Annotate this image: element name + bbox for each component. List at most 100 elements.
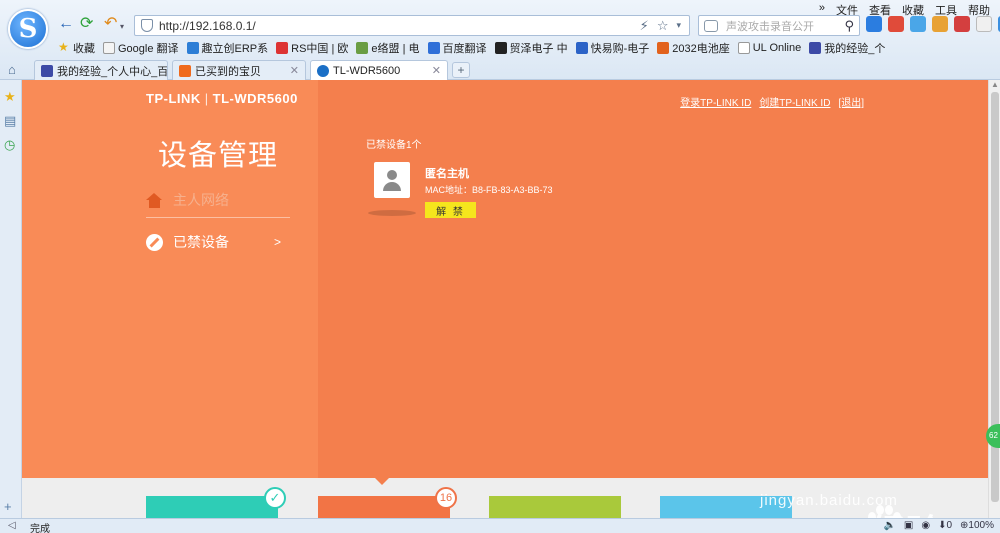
site-icon bbox=[494, 42, 507, 54]
screen-icon[interactable]: ▣ bbox=[904, 520, 913, 531]
new-tab-button[interactable]: + bbox=[452, 62, 470, 78]
scroll-up-icon[interactable]: ▲ bbox=[991, 80, 999, 89]
search-input[interactable]: 声波攻击录音公开 bbox=[726, 18, 844, 34]
chevron-down-icon[interactable]: ▾ bbox=[120, 19, 124, 35]
logout-link[interactable]: [退出] bbox=[838, 94, 864, 109]
close-icon[interactable]: ✕ bbox=[432, 64, 441, 77]
search-engine-icon[interactable] bbox=[704, 19, 718, 32]
bookmark-item[interactable]: 我的经验_个 bbox=[809, 40, 885, 56]
home-icon bbox=[146, 193, 163, 208]
site-icon bbox=[657, 42, 670, 54]
zoom-level[interactable]: ⊕100% bbox=[960, 520, 994, 531]
tp-link-icon bbox=[317, 64, 329, 77]
bookmark-item[interactable]: 2032电池座 bbox=[657, 40, 730, 56]
translate-icon[interactable] bbox=[866, 16, 882, 32]
tab-purchased[interactable]: 已买到的宝贝 ✕ bbox=[172, 60, 306, 80]
camera-icon[interactable]: ◉ bbox=[921, 520, 930, 531]
pointer-indicator bbox=[375, 478, 389, 485]
site-icon bbox=[356, 42, 369, 54]
reading-icon[interactable]: ▤ bbox=[4, 114, 16, 127]
nav-blocked-devices[interactable]: 已禁设备 bbox=[146, 232, 229, 252]
tp-link-logo: TP-LINK bbox=[146, 91, 201, 106]
router-page: TP-LINK | TL-WDR5600 设备管理 主人网络 已禁设备 > 登录TP… bbox=[22, 80, 988, 518]
undo-icon[interactable]: ↶ bbox=[104, 16, 117, 32]
home-icon[interactable]: ⌂ bbox=[8, 62, 16, 77]
avatar-shadow bbox=[368, 210, 416, 216]
favorites-star-icon[interactable]: ★ bbox=[4, 90, 16, 103]
tab-router[interactable]: TL-WDR5600 ✕ bbox=[310, 60, 448, 80]
refresh-icon[interactable]: ⟳ bbox=[80, 16, 93, 32]
bookmark-item[interactable]: Google 翻译 bbox=[103, 40, 179, 56]
bookmark-item[interactable]: 贸泽电子 中 bbox=[494, 40, 568, 56]
status-card-network[interactable] bbox=[146, 496, 278, 518]
browser-logo-icon: S bbox=[8, 9, 48, 49]
bookmark-item[interactable]: e络盟 | 电 bbox=[356, 40, 420, 56]
url-text[interactable]: http://192.168.0.1/ bbox=[159, 19, 640, 33]
bookmark-item[interactable]: RS中国 | 欧 bbox=[276, 40, 348, 56]
app-icon[interactable] bbox=[954, 16, 970, 32]
create-id-link[interactable]: 创建TP-LINK ID bbox=[759, 94, 830, 109]
address-bar[interactable]: http://192.168.0.1/ ⚡ ☆ ▾ bbox=[134, 15, 690, 36]
bookmarks-bar: ★ 收藏 Google 翻译 趣立创ERP系 RS中国 | 欧 e络盟 | 电 百… bbox=[58, 40, 885, 56]
browser-toolbar: S » 文件 查看 收藏 工具 帮助 ← ⟳ ↶ ▾ http://192.16… bbox=[0, 0, 1000, 80]
bookmark-item[interactable]: 趣立创ERP系 bbox=[186, 40, 268, 56]
star-icon: ★ bbox=[58, 40, 69, 54]
bookmark-item[interactable]: 快易购-电子 bbox=[575, 40, 649, 56]
extension-icon[interactable] bbox=[888, 16, 904, 32]
site-icon bbox=[186, 42, 199, 54]
key-icon[interactable] bbox=[932, 16, 948, 32]
history-clock-icon[interactable]: ◷ bbox=[4, 138, 15, 151]
status-text: 完成 bbox=[30, 524, 50, 533]
site-icon bbox=[809, 42, 822, 54]
unblock-button[interactable]: 解 禁 bbox=[425, 202, 476, 218]
shield-icon bbox=[141, 19, 153, 32]
site-icon bbox=[575, 42, 588, 54]
status-bar: ◁ 完成 🔈 ▣ ◉ ⬇0 ⊕100% bbox=[0, 518, 1000, 533]
lightning-icon[interactable]: ⚡ bbox=[640, 18, 649, 34]
menu-icon[interactable] bbox=[976, 16, 992, 32]
back-arrow-icon[interactable]: ← bbox=[58, 16, 74, 32]
collapse-icon[interactable]: ◁ bbox=[8, 520, 16, 531]
chevron-right-icon: > bbox=[274, 235, 282, 249]
page-title: 设备管理 bbox=[158, 140, 279, 172]
site-icon bbox=[179, 64, 191, 77]
search-icon[interactable]: ⚲ bbox=[844, 18, 854, 34]
search-box[interactable]: 声波攻击录音公开 ⚲ bbox=[698, 15, 860, 36]
device-avatar-icon bbox=[374, 162, 410, 198]
status-card-app[interactable] bbox=[489, 496, 621, 518]
side-panel: ★ ▤ ◷ + bbox=[0, 80, 22, 518]
nav-divider bbox=[146, 217, 290, 218]
brand-header: TP-LINK | TL-WDR5600 bbox=[146, 91, 298, 106]
watermark-url: jingyan.baidu.com bbox=[760, 492, 898, 509]
bookmark-item[interactable]: ★ 收藏 bbox=[58, 40, 95, 56]
download-counter[interactable]: ⬇0 bbox=[938, 520, 952, 531]
router-model: TL-WDR5600 bbox=[212, 91, 298, 106]
dropdown-icon[interactable]: ▾ bbox=[676, 20, 681, 31]
screenshot-icon[interactable] bbox=[910, 16, 926, 32]
device-mac: MAC地址：B8-FB-83-A3-BB-73 bbox=[425, 185, 553, 195]
blocked-count: 已禁设备1个 bbox=[366, 140, 422, 151]
bookmark-item[interactable]: 百度翻译 bbox=[427, 40, 487, 56]
volume-icon[interactable]: 🔈 bbox=[883, 520, 895, 531]
login-link[interactable]: 登录TP-LINK ID bbox=[680, 94, 751, 109]
nav-host-network[interactable]: 主人网络 bbox=[146, 190, 229, 210]
status-right: 🔈 ▣ ◉ ⬇0 ⊕100% bbox=[883, 520, 994, 531]
page-icon bbox=[103, 42, 115, 54]
tab-baidu-jingyan[interactable]: 我的经验_个人中心_百度 bbox=[34, 60, 168, 80]
star-icon[interactable]: ☆ bbox=[657, 18, 669, 34]
bookmark-item[interactable]: UL Online bbox=[737, 40, 801, 56]
tab-strip: ⌂ 我的经验_个人中心_百度 已买到的宝贝 ✕ TL-WDR5600 ✕ + bbox=[0, 58, 1000, 80]
check-icon: ✓ bbox=[264, 487, 286, 509]
toolbar-icons bbox=[866, 16, 1000, 32]
device-count-badge: 16 bbox=[435, 487, 457, 509]
forbidden-icon bbox=[146, 233, 163, 251]
add-icon[interactable]: + bbox=[4, 500, 12, 513]
vertical-scrollbar[interactable]: ▲ bbox=[988, 80, 1000, 518]
status-card-devices[interactable] bbox=[318, 496, 450, 518]
site-icon bbox=[427, 42, 440, 54]
page-icon bbox=[737, 42, 750, 54]
account-links: 登录TP-LINK ID 创建TP-LINK ID [退出] bbox=[680, 94, 864, 109]
site-icon bbox=[276, 42, 289, 54]
close-icon[interactable]: ✕ bbox=[290, 64, 299, 77]
site-icon bbox=[41, 64, 53, 77]
